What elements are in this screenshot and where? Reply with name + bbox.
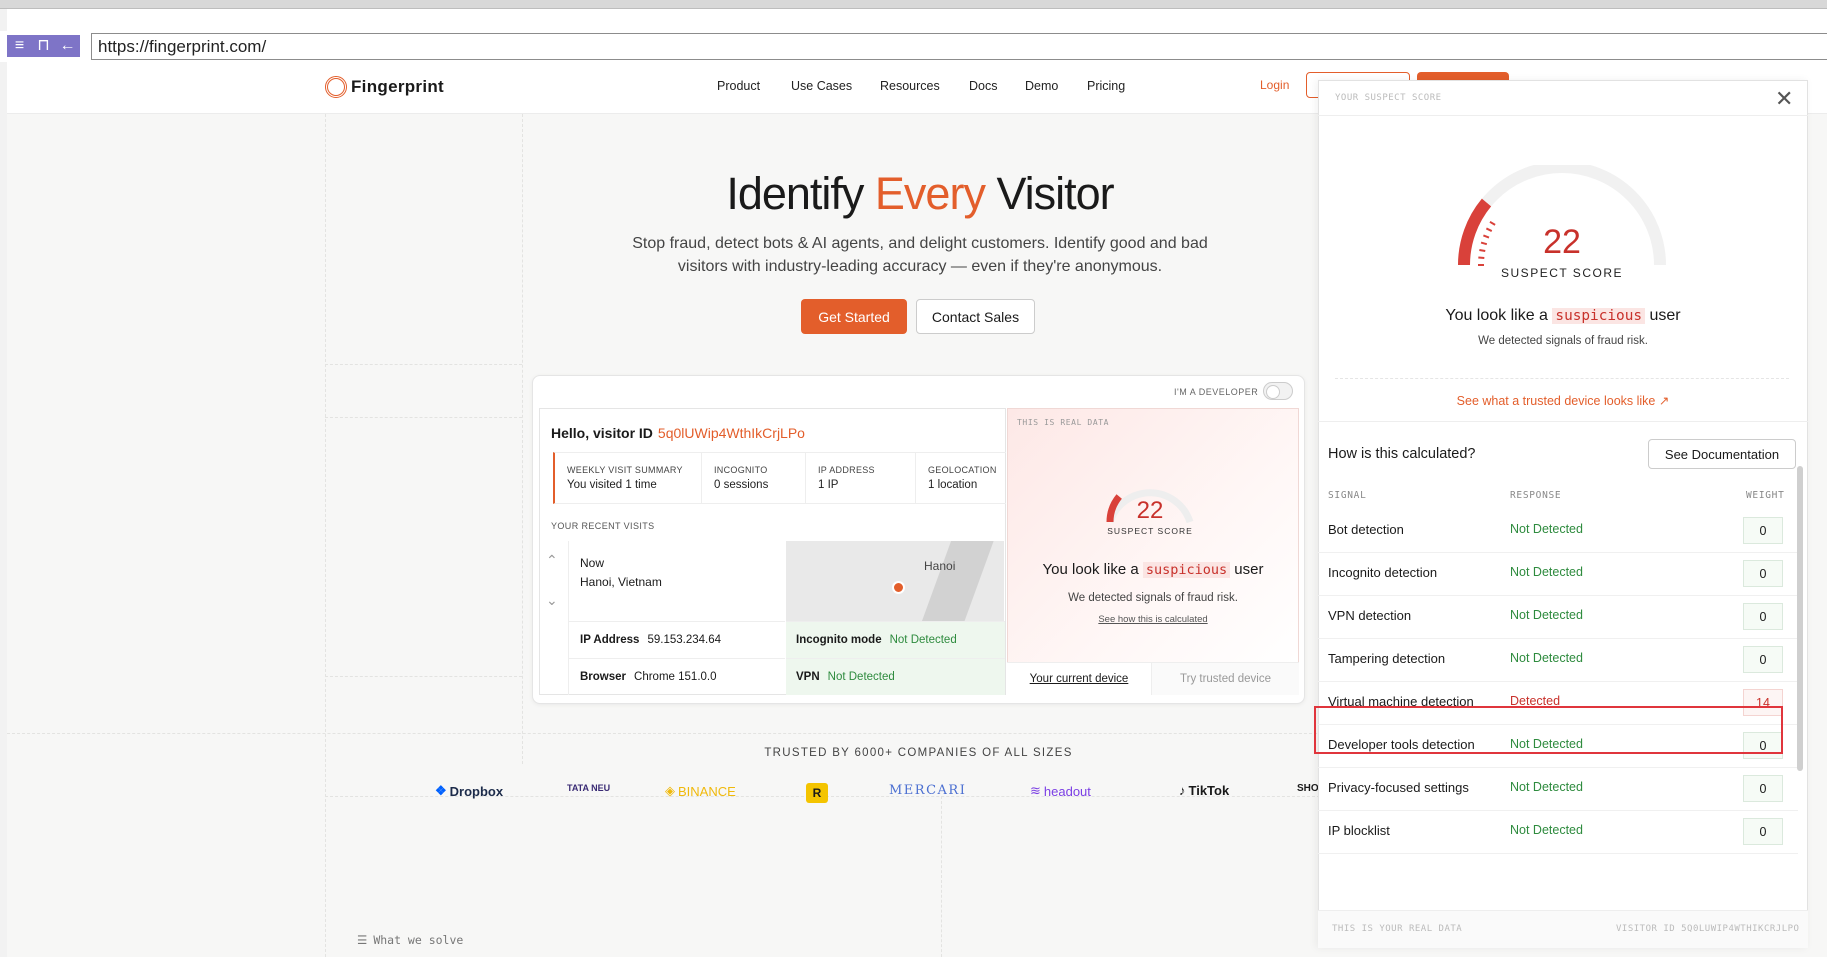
left-gutter	[0, 9, 7, 957]
nav-resources[interactable]: Resources	[880, 79, 940, 93]
gauge-tick	[1485, 227, 1493, 232]
panel-divider	[1335, 378, 1789, 379]
trusted-heading: TRUSTED BY 6000+ COMPANIES OF ALL SIZES	[764, 747, 1073, 759]
get-started-button[interactable]: Get Started	[801, 299, 907, 334]
real-data-footer: THIS IS YOUR REAL DATA	[1332, 924, 1463, 934]
visit-time: Now	[580, 556, 605, 570]
dropbox-logo: ❖ Dropbox	[435, 783, 504, 799]
tiktok-logo: ♪ TikTok	[1179, 783, 1230, 798]
visitor-id-footer: VISITOR ID 5Q0LUWIP4WTHIKCRJLPO	[1616, 924, 1800, 934]
gauge-tick	[1479, 248, 1486, 253]
signal-row: VPN detection Not Detected 0	[1318, 593, 1798, 639]
score-label: SUSPECT SCORE	[1501, 266, 1623, 280]
nav-demo[interactable]: Demo	[1025, 79, 1058, 93]
binance-logo: ◈ BINANCE	[665, 783, 736, 799]
map-city-label: Hanoi	[924, 559, 956, 573]
back-arrow-icon[interactable]: ←	[55, 35, 80, 57]
stat-incognito: INCOGNITO 0 sessions	[701, 452, 805, 504]
hero-title: Identify Every Visitor	[726, 168, 1114, 219]
url-bar[interactable]: https://fingerprint.com/	[91, 33, 1827, 60]
panel-divider	[1318, 115, 1808, 116]
gauge-tick	[1480, 241, 1488, 246]
tiktok-icon: ♪	[1179, 783, 1186, 798]
gauge-tick	[1478, 256, 1485, 259]
brand-logo[interactable]: Fingerprint	[325, 76, 444, 98]
headout-logo: ≋ headout	[1030, 783, 1091, 799]
signal-row: IP blocklist Not Detected 0	[1318, 808, 1798, 854]
chevron-up-icon[interactable]: ⌃	[546, 552, 558, 569]
gauge-tick	[1489, 220, 1496, 226]
gauge-tick	[1483, 234, 1490, 239]
highlight-box	[1314, 706, 1783, 754]
tab-current-device[interactable]: Your current device	[1007, 662, 1151, 695]
nav-use-cases[interactable]: Use Cases	[791, 79, 852, 93]
tab-trusted-device[interactable]: Try trusted device	[1151, 662, 1299, 695]
column-signal: SIGNAL	[1328, 490, 1367, 501]
panel-divider	[1318, 421, 1808, 422]
vpn-row: VPN Not Detected	[786, 658, 1005, 695]
mini-detect-text: We detected signals of fraud risk.	[1068, 592, 1238, 604]
fingerprint-icon	[325, 76, 347, 98]
panel-scrollbar[interactable]	[1797, 466, 1803, 771]
what-we-solve-label: ☰ What we solve	[357, 933, 464, 947]
signal-row: Privacy-focused settings Not Detected 0	[1318, 765, 1798, 811]
nav-product[interactable]: Product	[717, 79, 760, 93]
stat-ip-address: IP ADDRESS 1 IP	[805, 452, 915, 504]
ip-address-row: IP Address 59.153.234.64	[569, 621, 785, 658]
menu-icon[interactable]: ≡	[7, 35, 32, 57]
nav-docs[interactable]: Docs	[969, 79, 997, 93]
real-data-label: THIS IS REAL DATA	[1017, 418, 1110, 427]
os-top-strip	[0, 0, 1827, 9]
calculation-heading: How is this calculated?	[1328, 446, 1476, 462]
stat-weekly-visits: WEEKLY VISIT SUMMARY You visited 1 time	[553, 452, 701, 504]
signal-row: Incognito detection Not Detected 0	[1318, 550, 1798, 596]
browser-row: Browser Chrome 151.0.0	[569, 658, 785, 695]
recent-visits-label: YOUR RECENT VISITS	[551, 521, 655, 531]
panel-title: YOUR SUSPECT SCORE	[1335, 93, 1442, 103]
dropbox-icon: ❖	[435, 783, 447, 798]
trusted-device-link[interactable]: See what a trusted device looks like ↗	[1318, 393, 1808, 408]
developer-toggle-label: I'M A DEVELOPER	[1174, 387, 1259, 397]
visitor-greeting: Hello, visitor ID 5q0lUWip4WthIkCrjLPo	[551, 425, 805, 441]
incognito-row: Incognito mode Not Detected	[786, 621, 1005, 658]
score-verdict: You look like a suspicious user	[1445, 307, 1681, 324]
window-icon[interactable]: ⊓	[31, 35, 56, 57]
nav-pricing[interactable]: Pricing	[1087, 79, 1125, 93]
visit-location: Hanoi, Vietnam	[580, 575, 662, 589]
column-weight: WEIGHT	[1746, 490, 1785, 501]
brand-name: Fingerprint	[351, 77, 445, 96]
binance-icon: ◈	[665, 783, 675, 798]
rockstar-logo: R	[806, 783, 828, 803]
chevron-down-icon[interactable]: ⌄	[546, 592, 558, 609]
mini-score-value: 22	[1136, 497, 1164, 524]
column-response: RESPONSE	[1510, 490, 1562, 501]
list-icon: ☰	[357, 933, 368, 947]
mini-verdict: You look like a suspicious user	[1042, 561, 1264, 578]
contact-sales-button[interactable]: Contact Sales	[916, 299, 1035, 334]
mini-score-label: SUSPECT SCORE	[1107, 526, 1193, 536]
signal-row: Tampering detection Not Detected 0	[1318, 636, 1798, 682]
visit-map[interactable]	[786, 541, 1004, 621]
see-documentation-button[interactable]: See Documentation	[1648, 439, 1796, 469]
visitor-id: 5q0lUWip4WthIkCrjLPo	[657, 425, 805, 441]
location-pin-icon	[892, 581, 905, 594]
calculation-link[interactable]: See how this is calculated	[1007, 614, 1299, 625]
close-icon[interactable]: ✕	[1775, 86, 1793, 112]
headout-icon: ≋	[1030, 783, 1041, 798]
developer-toggle[interactable]	[1263, 382, 1293, 400]
mercari-logo: MERCARI	[889, 783, 967, 798]
hero-subtitle: Stop fraud, detect bots & AI agents, and…	[632, 235, 1208, 275]
tata-neu-logo: TATA NEU	[567, 783, 611, 793]
signal-row: Bot detection Not Detected 0	[1318, 507, 1798, 553]
stat-geolocation: GEOLOCATION 1 location	[915, 452, 1006, 504]
login-link[interactable]: Login	[1260, 78, 1289, 92]
score-value: 22	[1543, 223, 1581, 261]
score-detect-text: We detected signals of fraud risk.	[1478, 335, 1648, 347]
